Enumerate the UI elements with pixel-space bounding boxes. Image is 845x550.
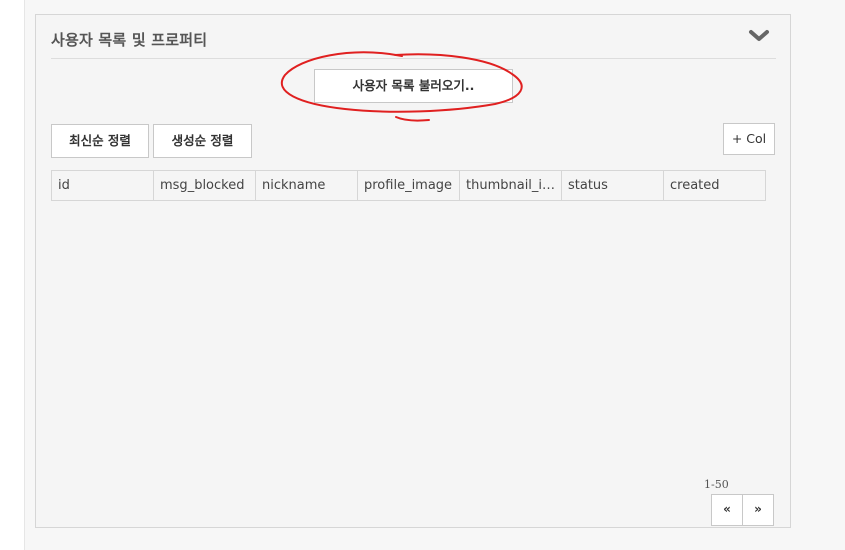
prev-page-button[interactable]: « bbox=[712, 495, 742, 525]
title-divider bbox=[51, 58, 776, 59]
column-header-status[interactable]: status bbox=[562, 171, 664, 200]
sort-latest-button[interactable]: 최신순 정렬 bbox=[51, 124, 149, 158]
column-header-msg-blocked[interactable]: msg_blocked bbox=[154, 171, 256, 200]
column-header-id[interactable]: id bbox=[52, 171, 154, 200]
pagination: « » bbox=[711, 494, 774, 526]
column-header-thumbnail-image[interactable]: thumbnail_image bbox=[460, 171, 562, 200]
next-page-button[interactable]: » bbox=[742, 495, 773, 525]
column-header-nickname[interactable]: nickname bbox=[256, 171, 358, 200]
panel-title: 사용자 목록 및 프로퍼티 bbox=[51, 31, 208, 49]
column-header-profile-image[interactable]: profile_image bbox=[358, 171, 460, 200]
sort-created-button[interactable]: 생성순 정렬 bbox=[153, 124, 252, 158]
chevron-down-icon[interactable] bbox=[748, 27, 770, 45]
pagination-range: 1-50 bbox=[704, 478, 729, 491]
add-column-button[interactable]: + Col bbox=[723, 123, 775, 155]
table-header: id msg_blocked nickname profile_image th… bbox=[51, 170, 766, 201]
column-header-created[interactable]: created bbox=[664, 171, 765, 200]
user-list-panel: 사용자 목록 및 프로퍼티 사용자 목록 불러오기.. 최신순 정렬 생성순 정… bbox=[35, 14, 791, 528]
load-users-button[interactable]: 사용자 목록 불러오기.. bbox=[314, 69, 513, 103]
